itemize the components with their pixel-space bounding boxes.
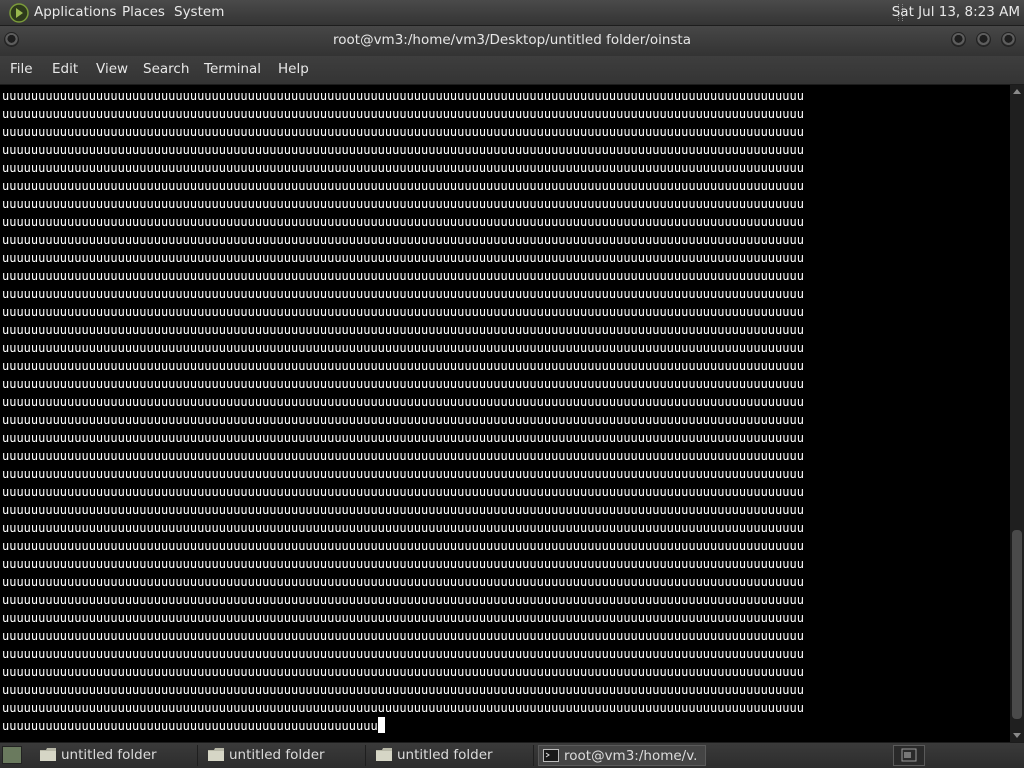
terminal-line: uuuuuuuuuuuuuuuuuuuuuuuuuuuuuuuuuuuuuuuu… (2, 395, 804, 409)
terminal-line: uuuuuuuuuuuuuuuuuuuuuuuuuuuuuuuuuuuuuuuu… (2, 485, 804, 499)
terminal-line: uuuuuuuuuuuuuuuuuuuuuuuuuuuuuuuuuuuuuuuu… (2, 179, 804, 193)
terminal-line: uuuuuuuuuuuuuuuuuuuuuuuuuuuuuuuuuuuuuuuu… (2, 233, 804, 247)
menu-search[interactable]: Search (143, 61, 189, 78)
terminal-line: uuuuuuuuuuuuuuuuuuuuuuuuuuuuuuuuuuuuuuuu… (2, 449, 804, 463)
taskbar-button-terminal[interactable]: root@vm3:/home/v... (538, 745, 706, 766)
taskbar-button-folder[interactable]: untitled folder (372, 745, 534, 766)
maximize-icon[interactable] (976, 32, 991, 47)
terminal-line: uuuuuuuuuuuuuuuuuuuuuuuuuuuuuuuuuuuuuuuu… (2, 539, 804, 553)
terminal-line: uuuuuuuuuuuuuuuuuuuuuuuuuuuuuuuuuuuuuuuu… (2, 305, 804, 319)
scroll-down-icon[interactable] (1013, 733, 1021, 738)
system-menu[interactable]: System (174, 4, 224, 21)
terminal-line: uuuuuuuuuuuuuuuuuuuuuuuuuuuuuuuuuuuuuuuu… (2, 431, 804, 445)
terminal-line: uuuuuuuuuuuuuuuuuuuuuuuuuuuuuuuuuuuuuuuu… (2, 413, 804, 427)
taskbar-label: untitled folder (61, 747, 157, 763)
taskbar-label: untitled folder (229, 747, 325, 763)
terminal-line: uuuuuuuuuuuuuuuuuuuuuuuuuuuuuuuuuuuuuuuu… (2, 521, 804, 535)
terminal-line: uuuuuuuuuuuuuuuuuuuuuuuuuuuuuuuuuuuuuuuu… (2, 323, 804, 337)
terminal-line: uuuuuuuuuuuuuuuuuuuuuuuuuuuuuuuuuuuuuuuu… (2, 377, 804, 391)
terminal-line: uuuuuuuuuuuuuuuuuuuuuuuuuuuuuuuuuuuuuuuu… (2, 611, 804, 625)
terminal-line: uuuuuuuuuuuuuuuuuuuuuuuuuuuuuuuuuuuuuuuu… (2, 287, 804, 301)
terminal-line-text: uuuuuuuuuuuuuuuuuuuuuuuuuuuuuuuuuuuuuuuu… (2, 719, 378, 733)
terminal-line: uuuuuuuuuuuuuuuuuuuuuuuuuuuuuuuuuuuuuuuu… (2, 701, 804, 715)
bottom-taskbar: untitled folder untitled folder untitled… (0, 742, 1024, 768)
terminal-scrollbar[interactable] (1010, 85, 1024, 742)
terminal-line: uuuuuuuuuuuuuuuuuuuuuuuuuuuuuuuuuuuuuuuu… (2, 683, 804, 697)
taskbar-label: untitled folder (397, 747, 493, 763)
terminal-icon (543, 749, 559, 762)
terminal-line: uuuuuuuuuuuuuuuuuuuuuuuuuuuuuuuuuuuuuuuu… (2, 197, 804, 211)
top-panel: Applications Places System Sat Jul 13, 8… (0, 0, 1024, 26)
applications-menu[interactable]: Applications (34, 4, 116, 21)
distro-logo-icon[interactable] (9, 3, 29, 23)
menu-file[interactable]: File (10, 61, 33, 78)
terminal-output: uuuuuuuuuuuuuuuuuuuuuuuuuuuuuuuuuuuuuuuu… (2, 87, 804, 735)
terminal-line: uuuuuuuuuuuuuuuuuuuuuuuuuuuuuuuuuuuuuuuu… (2, 593, 804, 607)
show-desktop-button[interactable] (2, 746, 22, 764)
terminal-line: uuuuuuuuuuuuuuuuuuuuuuuuuuuuuuuuuuuuuuuu… (2, 575, 804, 589)
menu-edit[interactable]: Edit (52, 61, 78, 78)
terminal-line: uuuuuuuuuuuuuuuuuuuuuuuuuuuuuuuuuuuuuuuu… (2, 251, 804, 265)
taskbar-label: root@vm3:/home/v... (564, 748, 698, 764)
terminal-line: uuuuuuuuuuuuuuuuuuuuuuuuuuuuuuuuuuuuuuuu… (2, 665, 804, 679)
taskbar-button-folder[interactable]: untitled folder (204, 745, 366, 766)
terminal-line: uuuuuuuuuuuuuuuuuuuuuuuuuuuuuuuuuuuuuuuu… (2, 107, 804, 121)
terminal-line: uuuuuuuuuuuuuuuuuuuuuuuuuuuuuuuuuuuuuuuu… (2, 359, 804, 373)
clock[interactable]: Sat Jul 13, 8:23 AM (892, 4, 1020, 21)
terminal-line: uuuuuuuuuuuuuuuuuuuuuuuuuuuuuuuuuuuuuuuu… (2, 503, 804, 517)
desktop-screen: Applications Places System Sat Jul 13, 8… (0, 0, 1024, 768)
folder-icon (40, 748, 56, 761)
window-titlebar[interactable]: root@vm3:/home/vm3/Desktop/untitled fold… (0, 26, 1024, 56)
terminal-line: uuuuuuuuuuuuuuuuuuuuuuuuuuuuuuuuuuuuuuuu… (2, 215, 804, 229)
terminal-line: uuuuuuuuuuuuuuuuuuuuuuuuuuuuuuuuuuuuuuuu… (2, 341, 804, 355)
terminal-line: uuuuuuuuuuuuuuuuuuuuuuuuuuuuuuuuuuuuuuuu… (2, 89, 804, 103)
taskbar-button-folder[interactable]: untitled folder (36, 745, 198, 766)
places-menu[interactable]: Places (122, 4, 165, 21)
menu-terminal[interactable]: Terminal (204, 61, 261, 78)
menu-help[interactable]: Help (278, 61, 309, 78)
folder-icon (208, 748, 224, 761)
terminal-line: uuuuuuuuuuuuuuuuuuuuuuuuuuuuuuuuuuuuuuuu… (2, 269, 804, 283)
close-icon[interactable] (1001, 32, 1016, 47)
terminal-area[interactable]: uuuuuuuuuuuuuuuuuuuuuuuuuuuuuuuuuuuuuuuu… (0, 85, 1010, 742)
workspace-icon (901, 748, 917, 762)
minimize-icon[interactable] (951, 32, 966, 47)
terminal-line: uuuuuuuuuuuuuuuuuuuuuuuuuuuuuuuuuuuuuuuu… (2, 557, 804, 571)
terminal-line: uuuuuuuuuuuuuuuuuuuuuuuuuuuuuuuuuuuuuuuu… (2, 647, 804, 661)
menu-view[interactable]: View (96, 61, 128, 78)
scroll-thumb[interactable] (1012, 530, 1022, 719)
terminal-cursor (377, 717, 385, 733)
terminal-prompt-line: uuuuuuuuuuuuuuuuuuuuuuuuuuuuuuuuuuuuuuuu… (2, 717, 804, 735)
terminal-line: uuuuuuuuuuuuuuuuuuuuuuuuuuuuuuuuuuuuuuuu… (2, 143, 804, 157)
terminal-line: uuuuuuuuuuuuuuuuuuuuuuuuuuuuuuuuuuuuuuuu… (2, 629, 804, 643)
workspace-switcher[interactable] (893, 745, 925, 766)
terminal-line: uuuuuuuuuuuuuuuuuuuuuuuuuuuuuuuuuuuuuuuu… (2, 125, 804, 139)
terminal-line: uuuuuuuuuuuuuuuuuuuuuuuuuuuuuuuuuuuuuuuu… (2, 467, 804, 481)
scroll-up-icon[interactable] (1013, 89, 1021, 94)
window-title: root@vm3:/home/vm3/Desktop/untitled fold… (333, 32, 691, 48)
folder-icon (376, 748, 392, 761)
menubar: File Edit View Search Terminal Help (0, 56, 1024, 84)
terminal-line: uuuuuuuuuuuuuuuuuuuuuuuuuuuuuuuuuuuuuuuu… (2, 161, 804, 175)
